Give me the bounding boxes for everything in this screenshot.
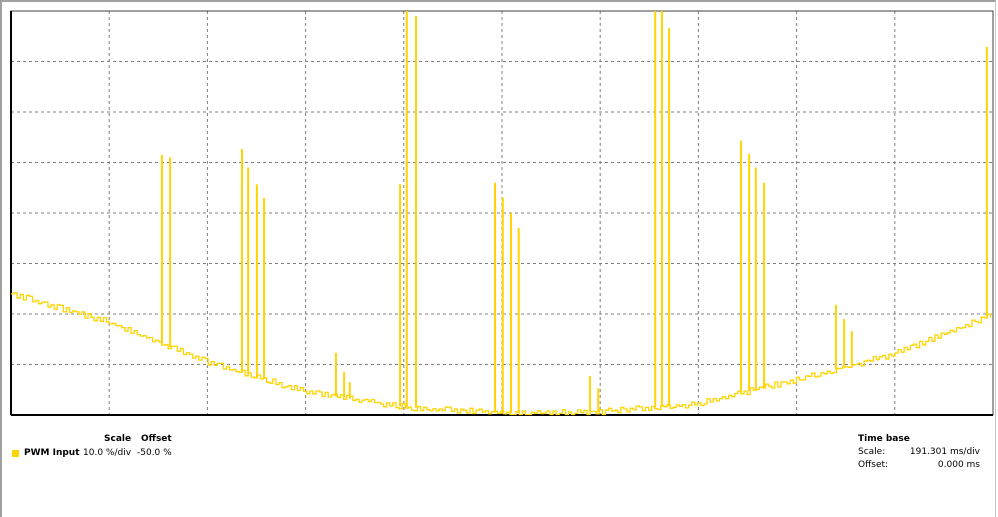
- channel-name[interactable]: PWM Input: [24, 448, 80, 458]
- channel-color-swatch: [12, 450, 19, 457]
- oscilloscope-plot: [10, 10, 994, 416]
- time-scale-label: Scale:: [858, 447, 886, 457]
- time-base-panel: Time base Scale: 191.301 ms/div Offset: 0.…: [858, 434, 980, 470]
- offset-header: Offset: [141, 434, 172, 444]
- time-offset-value: 0.000 ms: [937, 460, 980, 470]
- time-offset-label: Offset:: [858, 460, 889, 470]
- time-scale-value: 191.301 ms/div: [909, 447, 980, 457]
- scale-header: Scale: [104, 434, 132, 444]
- channel-offset: -50.0 %: [137, 448, 172, 458]
- time-base-title: Time base: [858, 434, 910, 444]
- channel-scale: 10.0 %/div: [83, 448, 132, 458]
